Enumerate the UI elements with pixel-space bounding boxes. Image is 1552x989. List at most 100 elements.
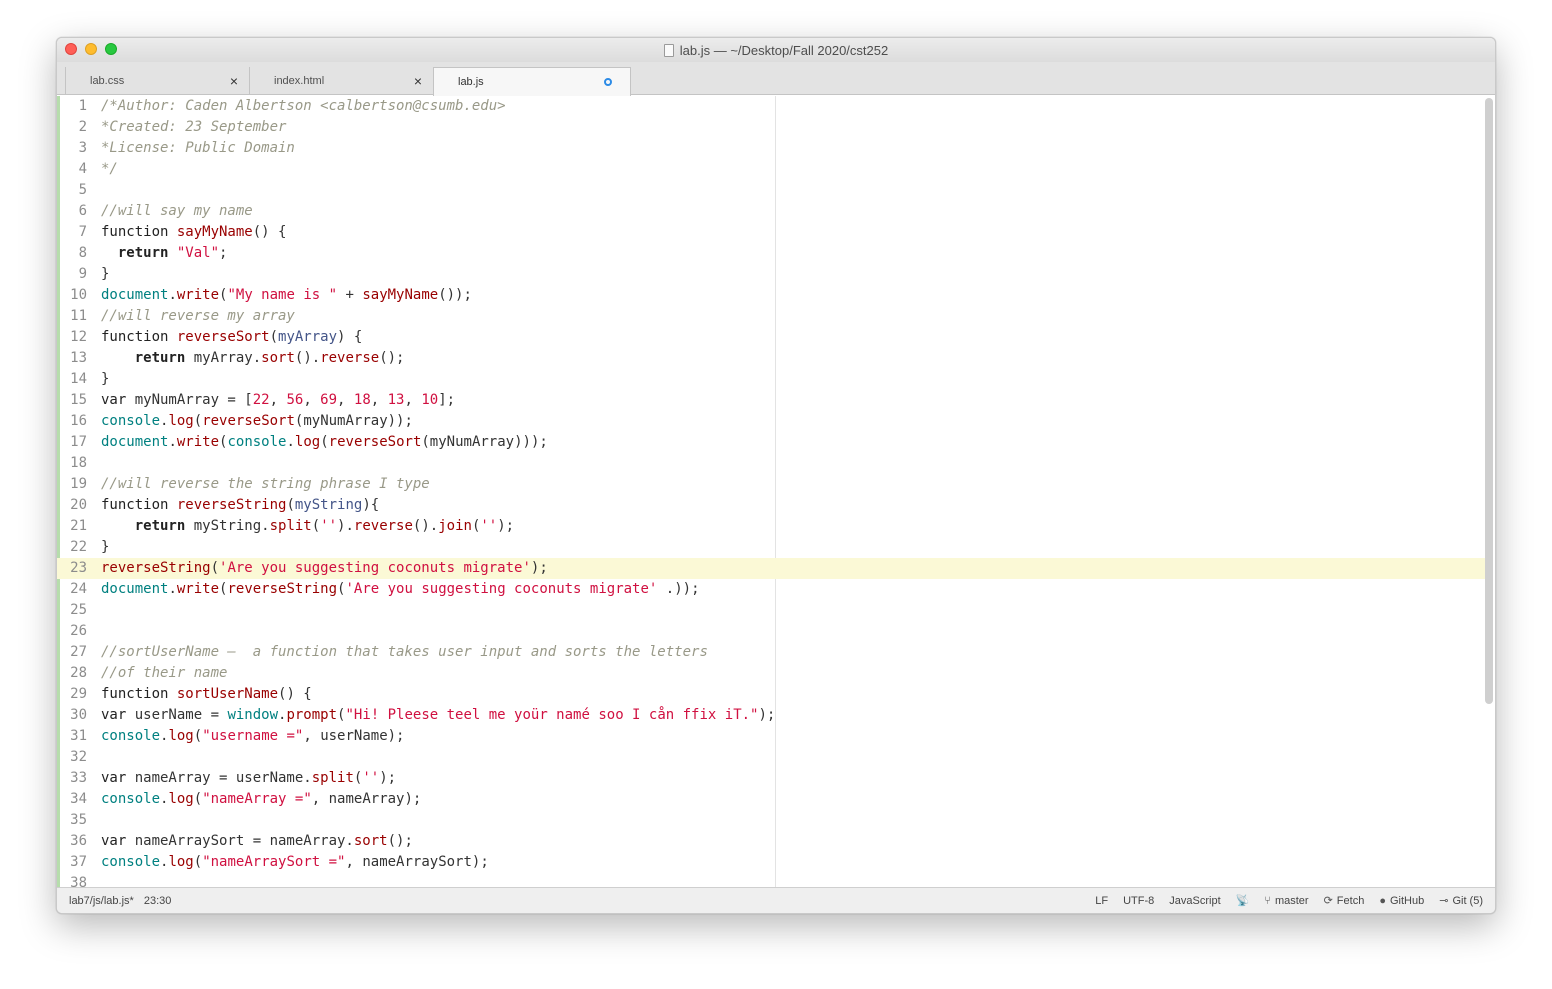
line-number[interactable]: 26	[57, 621, 87, 642]
line-number[interactable]: 21	[57, 516, 87, 537]
line-number[interactable]: 8	[57, 243, 87, 264]
line-number[interactable]: 33	[57, 768, 87, 789]
line-number[interactable]: 28	[57, 663, 87, 684]
line-number[interactable]: 29	[57, 684, 87, 705]
line-number[interactable]: 30	[57, 705, 87, 726]
code-line[interactable]: 18	[57, 453, 1487, 474]
line-number[interactable]: 38	[57, 873, 87, 888]
code-line[interactable]: 10 document.write("My name is " + sayMyNa…	[57, 285, 1487, 306]
code-line[interactable]: 32	[57, 747, 1487, 768]
code-line[interactable]: 13 return myArray.sort().reverse();	[57, 348, 1487, 369]
code-line[interactable]: 15 var myNumArray = [22, 56, 69, 18, 13, …	[57, 390, 1487, 411]
line-number[interactable]: 14	[57, 369, 87, 390]
code-line[interactable]: 33 var nameArray = userName.split('');	[57, 768, 1487, 789]
line-number[interactable]: 10	[57, 285, 87, 306]
line-number[interactable]: 32	[57, 747, 87, 768]
tab-index-html[interactable]: index.html ×	[249, 67, 429, 95]
line-number[interactable]: 20	[57, 495, 87, 516]
code-line[interactable]: 25	[57, 600, 1487, 621]
code-line[interactable]: 6 //will say my name	[57, 201, 1487, 222]
line-number[interactable]: 37	[57, 852, 87, 873]
code-line[interactable]: 28 //of their name	[57, 663, 1487, 684]
fetch-button[interactable]: ⟳ Fetch	[1324, 894, 1365, 908]
line-number[interactable]: 31	[57, 726, 87, 747]
tab-lab-css[interactable]: lab.css ×	[65, 67, 245, 95]
code-line[interactable]: 34 console.log("nameArray =", nameArray);	[57, 789, 1487, 810]
code-line[interactable]: 14}	[57, 369, 1487, 390]
line-ending[interactable]: LF	[1095, 895, 1108, 907]
line-number[interactable]: 5	[57, 180, 87, 201]
code-line[interactable]: 38	[57, 873, 1487, 888]
line-number[interactable]: 3	[57, 138, 87, 159]
line-number[interactable]: 24	[57, 579, 87, 600]
code-token: ().	[412, 518, 439, 534]
code-line[interactable]: 11 //will reverse my array	[57, 306, 1487, 327]
line-number[interactable]: 22	[57, 537, 87, 558]
line-number[interactable]: 4	[57, 159, 87, 180]
code-line[interactable]: 8 return "Val";	[57, 243, 1487, 264]
code-line[interactable]: 9}	[57, 264, 1487, 285]
line-number[interactable]: 36	[57, 831, 87, 852]
line-number[interactable]: 34	[57, 789, 87, 810]
line-number[interactable]: 2	[57, 117, 87, 138]
teletype-button[interactable]: 📡	[1236, 894, 1250, 907]
line-number[interactable]: 19	[57, 474, 87, 495]
file-path[interactable]: lab7/js/lab.js*	[69, 895, 134, 907]
line-number[interactable]: 6	[57, 201, 87, 222]
code-token: }	[101, 266, 110, 282]
code-line[interactable]: 21 return myString.split('').reverse().j…	[57, 516, 1487, 537]
line-number[interactable]: 23	[57, 558, 87, 579]
line-number[interactable]: 17	[57, 432, 87, 453]
code-line[interactable]: 22}	[57, 537, 1487, 558]
code-token: ''	[320, 518, 338, 534]
vertical-scrollbar[interactable]	[1485, 98, 1493, 704]
code-line[interactable]: 3 *License: Public Domain	[57, 138, 1487, 159]
line-number[interactable]: 35	[57, 810, 87, 831]
line-number[interactable]: 9	[57, 264, 87, 285]
git-button[interactable]: ⊸ Git (5)	[1439, 894, 1483, 908]
code-line[interactable]: 36 var nameArraySort = nameArray.sort();	[57, 831, 1487, 852]
code-line[interactable]: 20 function reverseString(myString){	[57, 495, 1487, 516]
tab-close-icon[interactable]: ×	[223, 73, 245, 89]
code-line[interactable]: 31 console.log("username =", userName);	[57, 726, 1487, 747]
github-button[interactable]: ● GitHub	[1379, 895, 1424, 907]
line-number[interactable]: 12	[57, 327, 87, 348]
code-line[interactable]: 17 document.write(console.log(reverseSort…	[57, 432, 1487, 453]
branch-button[interactable]: ⑂ master	[1264, 895, 1308, 907]
code-editor[interactable]: 1 /*Author: Caden Albertson <calbertson@c…	[57, 96, 1495, 888]
cursor-position[interactable]: 23:30	[144, 895, 172, 907]
tab-close-icon[interactable]: ×	[407, 73, 429, 89]
line-number[interactable]: 1	[57, 96, 87, 117]
line-number[interactable]: 27	[57, 642, 87, 663]
code-line[interactable]: 4 */	[57, 159, 1487, 180]
minimize-window-button[interactable]	[85, 43, 97, 55]
close-window-button[interactable]	[65, 43, 77, 55]
code-line[interactable]: 1 /*Author: Caden Albertson <calbertson@c…	[57, 96, 1487, 117]
code-line[interactable]: 12 function reverseSort(myArray) {	[57, 327, 1487, 348]
code-line[interactable]: 2 *Created: 23 September	[57, 117, 1487, 138]
code-line[interactable]: 16 console.log(reverseSort(myNumArray));	[57, 411, 1487, 432]
grammar-selector[interactable]: JavaScript	[1169, 895, 1220, 907]
tab-lab-js[interactable]: lab.js	[433, 67, 631, 96]
code-line[interactable]: 5	[57, 180, 1487, 201]
code-line[interactable]: 27 //sortUserName – a function that takes…	[57, 642, 1487, 663]
line-number[interactable]: 7	[57, 222, 87, 243]
line-number[interactable]: 13	[57, 348, 87, 369]
file-encoding[interactable]: UTF-8	[1123, 895, 1154, 907]
code-line[interactable]: 30 var userName = window.prompt("Hi! Plee…	[57, 705, 1487, 726]
line-number[interactable]: 15	[57, 390, 87, 411]
line-number[interactable]: 25	[57, 600, 87, 621]
line-number[interactable]: 16	[57, 411, 87, 432]
line-number[interactable]: 18	[57, 453, 87, 474]
modified-indicator-icon[interactable]	[604, 78, 612, 86]
code-line[interactable]: 35	[57, 810, 1487, 831]
code-line[interactable]: 7 function sayMyName() {	[57, 222, 1487, 243]
code-line[interactable]: 19 //will reverse the string phrase I typ…	[57, 474, 1487, 495]
code-line[interactable]: 29 function sortUserName() {	[57, 684, 1487, 705]
code-line[interactable]: 24 document.write(reverseString('Are you …	[57, 579, 1487, 600]
zoom-window-button[interactable]	[105, 43, 117, 55]
code-line[interactable]: 37 console.log("nameArraySort =", nameArr…	[57, 852, 1487, 873]
code-line[interactable]: 26	[57, 621, 1487, 642]
code-line[interactable]: 23 reverseString('Are you suggesting coco…	[57, 558, 1487, 579]
line-number[interactable]: 11	[57, 306, 87, 327]
